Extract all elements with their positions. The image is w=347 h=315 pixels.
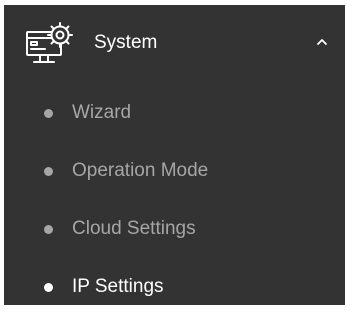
system-settings-icon: [25, 21, 75, 67]
submenu-item-label: Operation Mode: [72, 160, 209, 181]
bullet-icon: [44, 167, 53, 176]
system-menu-header[interactable]: System: [4, 5, 345, 83]
chevron-up-icon[interactable]: [314, 35, 330, 47]
submenu-item-cloud-settings[interactable]: Cloud Settings: [4, 199, 345, 257]
bullet-icon: [44, 225, 53, 234]
submenu-item-wizard[interactable]: Wizard: [4, 83, 345, 141]
submenu-item-label: Cloud Settings: [72, 218, 196, 239]
bullet-icon: [44, 283, 53, 292]
submenu-item-label: Wizard: [72, 102, 132, 123]
submenu-item-label: IP Settings: [72, 276, 164, 297]
submenu-item-operation-mode[interactable]: Operation Mode: [4, 141, 345, 199]
system-submenu: Wizard Operation Mode Cloud Settings IP …: [4, 83, 345, 315]
submenu-item-ip-settings[interactable]: IP Settings: [4, 257, 345, 315]
sidebar-menu-panel: System Wizard Operation Mode Cloud Setti…: [4, 5, 345, 305]
system-menu-title: System: [94, 32, 158, 53]
bullet-icon: [44, 109, 53, 118]
